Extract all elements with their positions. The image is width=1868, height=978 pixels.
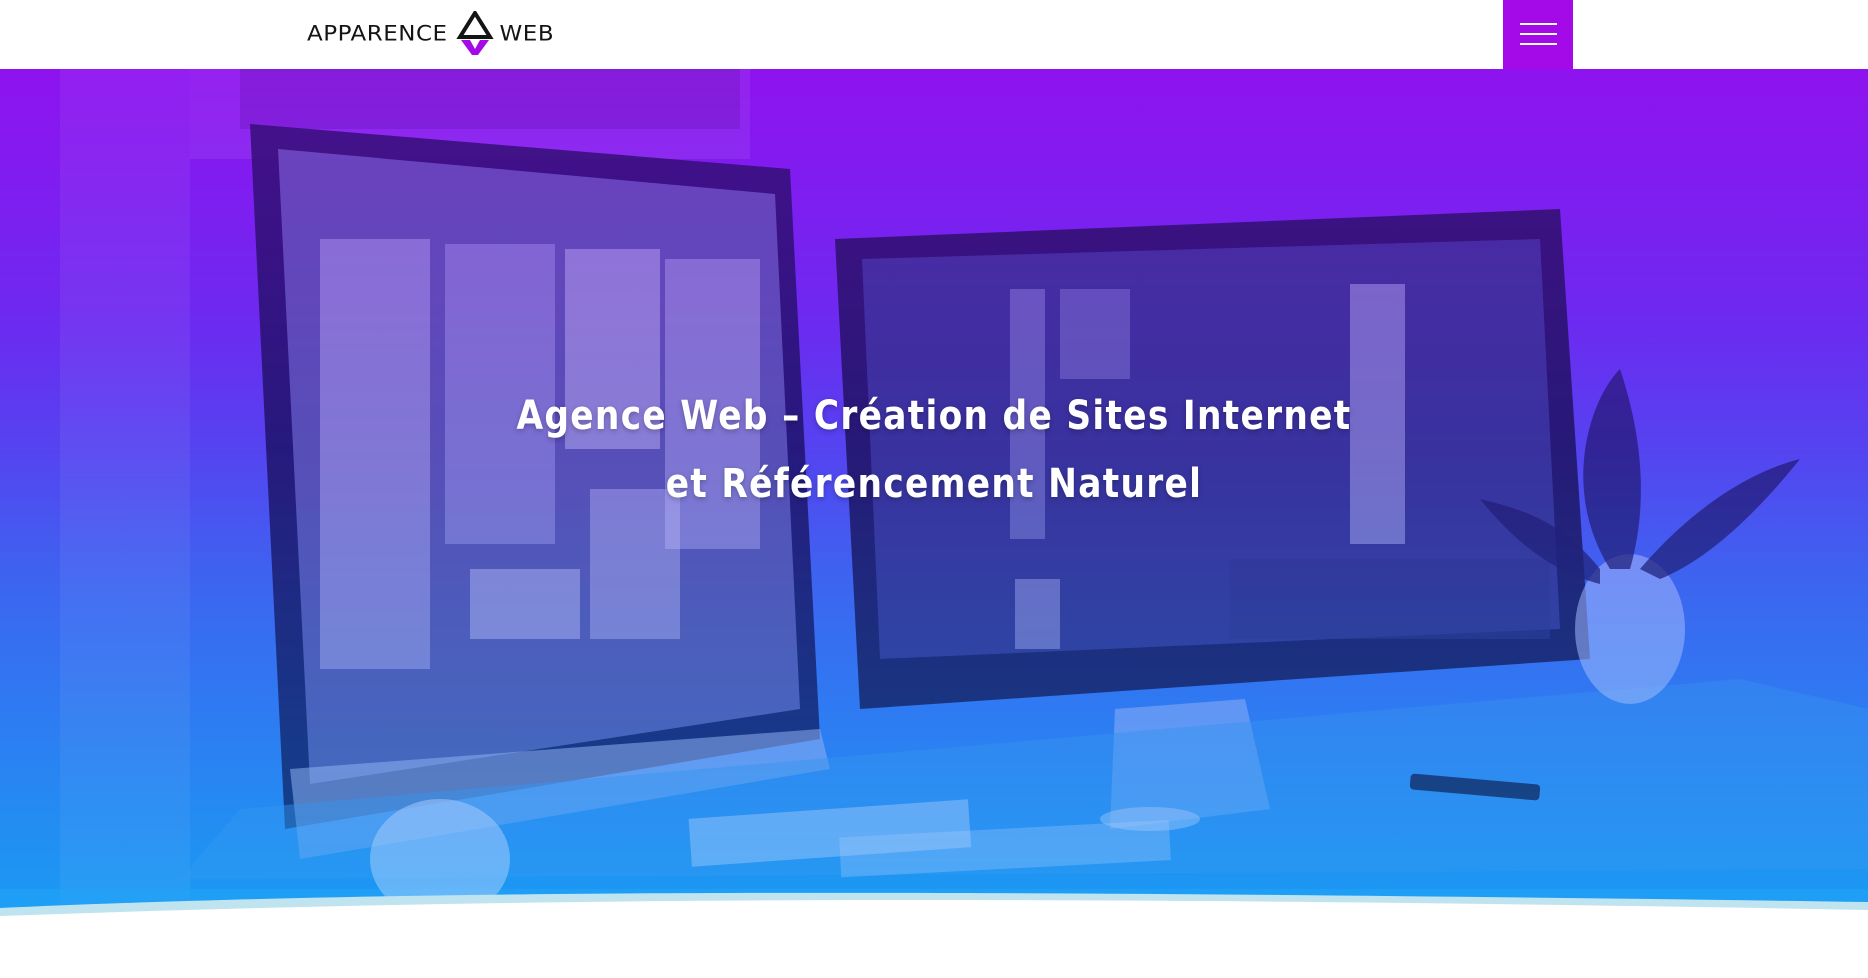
site-logo[interactable]: APPARENCE WEB [307,10,554,58]
logo-text-right: WEB [499,22,555,46]
hamburger-menu-icon [1520,23,1557,25]
hamburger-menu-icon-bar [1520,33,1557,35]
wave-divider [0,892,1868,978]
logo-text-left: APPARENCE [307,22,448,46]
menu-button[interactable] [1503,0,1573,69]
site-header: APPARENCE WEB [0,0,1868,69]
hamburger-menu-icon-bar [1520,43,1557,45]
logo-mark-icon [455,11,494,55]
hero-banner: Agence Web – Création de Sites Internet … [0,69,1868,909]
hero-title: Agence Web – Création de Sites Internet … [516,393,1352,507]
